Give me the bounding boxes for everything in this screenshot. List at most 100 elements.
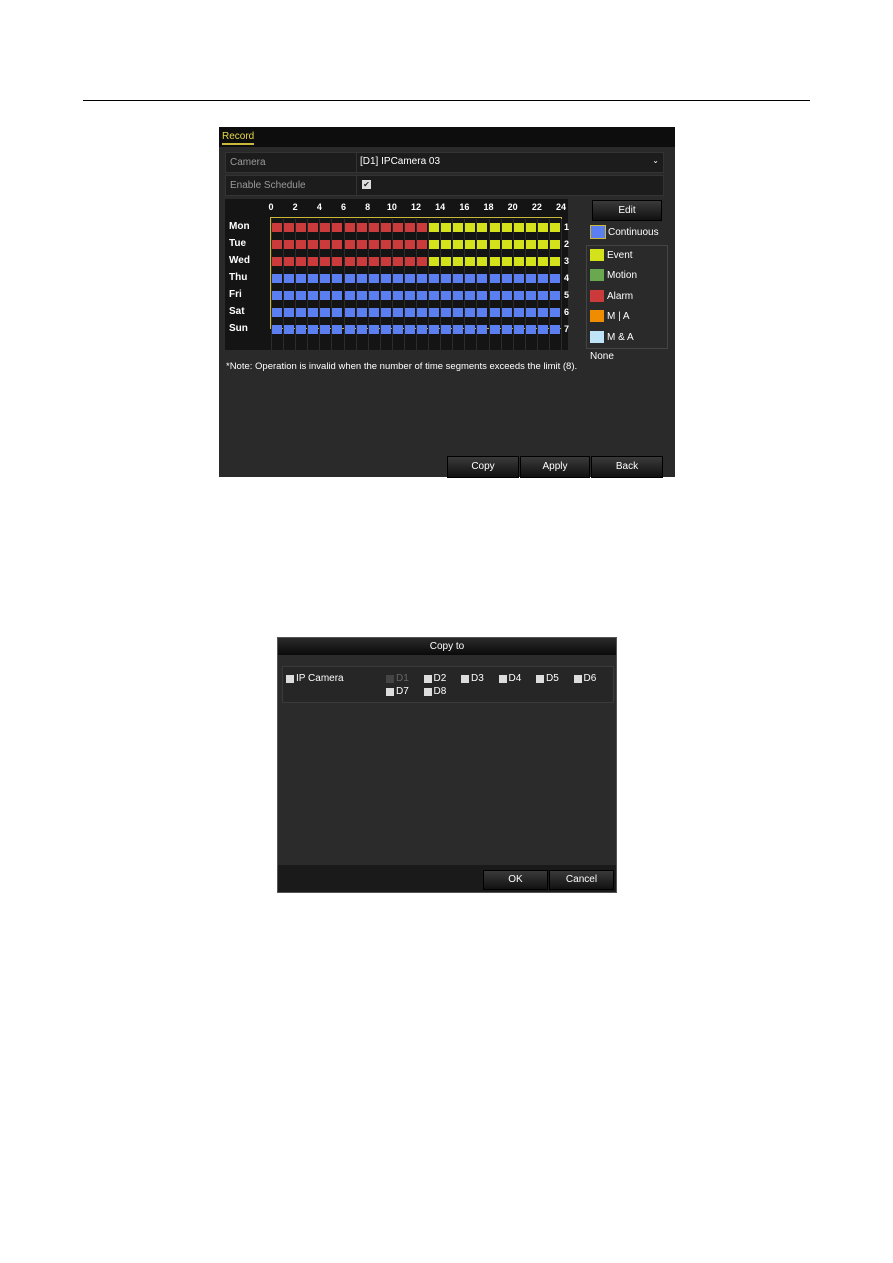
schedule-cell-continuous[interactable] [501,325,512,334]
schedule-cell-continuous[interactable] [332,274,343,283]
schedule-cell-continuous[interactable] [320,308,331,317]
schedule-cell-continuous[interactable] [380,274,391,283]
schedule-cell-continuous[interactable] [477,308,488,317]
schedule-cell-alarm[interactable] [272,257,283,266]
schedule-cell-event[interactable] [537,240,548,249]
legend-continuous[interactable]: Continuous [590,225,659,239]
schedule-cell-continuous[interactable] [284,325,295,334]
schedule-cell-event[interactable] [549,240,560,249]
schedule-cell-event[interactable] [441,257,452,266]
schedule-cell-continuous[interactable] [284,308,295,317]
schedule-cell-continuous[interactable] [513,291,524,300]
schedule-cell-event[interactable] [465,257,476,266]
schedule-cell-alarm[interactable] [272,240,283,249]
schedule-cell-continuous[interactable] [356,325,367,334]
schedule-cell-alarm[interactable] [404,223,415,232]
schedule-cell-continuous[interactable] [453,274,464,283]
schedule-cell-continuous[interactable] [296,274,307,283]
schedule-cell-continuous[interactable] [441,274,452,283]
schedule-cell-alarm[interactable] [344,257,355,266]
schedule-cell-continuous[interactable] [465,325,476,334]
schedule-cell-alarm[interactable] [320,240,331,249]
schedule-cell-alarm[interactable] [417,240,428,249]
schedule-cell-continuous[interactable] [392,325,403,334]
schedule-cell-continuous[interactable] [344,291,355,300]
schedule-cell-alarm[interactable] [284,223,295,232]
schedule-cell-event[interactable] [525,240,536,249]
schedule-cell-alarm[interactable] [380,223,391,232]
schedule-cell-continuous[interactable] [272,325,283,334]
schedule-cell-continuous[interactable] [525,308,536,317]
apply-button[interactable]: Apply [520,456,590,478]
schedule-cell-continuous[interactable] [356,274,367,283]
schedule-cell-alarm[interactable] [332,240,343,249]
schedule-cell-alarm[interactable] [344,223,355,232]
schedule-cell-continuous[interactable] [537,291,548,300]
schedule-cell-continuous[interactable] [429,291,440,300]
schedule-cell-continuous[interactable] [477,274,488,283]
schedule-cell-continuous[interactable] [501,308,512,317]
schedule-cell-event[interactable] [429,223,440,232]
schedule-cell-event[interactable] [429,240,440,249]
schedule-cell-event[interactable] [489,257,500,266]
schedule-cell-continuous[interactable] [513,325,524,334]
tab-record[interactable]: Record [222,131,255,145]
schedule-cell-alarm[interactable] [320,257,331,266]
schedule-cell-event[interactable] [501,240,512,249]
camera-checkbox-d6[interactable]: D6 [573,673,596,684]
schedule-cell-continuous[interactable] [489,274,500,283]
schedule-grid[interactable]: 0 2 4 6 8 10 12 14 16 18 20 22 24 Mon 1 Tue 2 Wed 3 Thu 4 Fri… [225,199,569,350]
schedule-cell-continuous[interactable] [501,274,512,283]
legend-none[interactable]: None [590,351,614,362]
schedule-cell-continuous[interactable] [417,274,428,283]
enable-schedule-checkbox[interactable]: ✔ [362,180,371,189]
schedule-cell-event[interactable] [429,257,440,266]
schedule-cell-alarm[interactable] [308,257,319,266]
schedule-cell-continuous[interactable] [296,291,307,300]
schedule-cell-continuous[interactable] [417,291,428,300]
schedule-cell-continuous[interactable] [525,274,536,283]
schedule-cell-continuous[interactable] [368,308,379,317]
schedule-cell-continuous[interactable] [272,308,283,317]
schedule-cell-continuous[interactable] [513,308,524,317]
schedule-cell-continuous[interactable] [272,274,283,283]
schedule-cell-continuous[interactable] [477,325,488,334]
schedule-cell-alarm[interactable] [284,240,295,249]
legend-alarm[interactable]: Alarm [590,290,633,302]
schedule-cell-continuous[interactable] [441,291,452,300]
schedule-cell-alarm[interactable] [380,240,391,249]
schedule-cell-event[interactable] [549,223,560,232]
schedule-cell-alarm[interactable] [308,223,319,232]
schedule-cell-event[interactable] [441,240,452,249]
schedule-cell-continuous[interactable] [537,325,548,334]
camera-checkbox-d8[interactable]: D8 [423,686,446,697]
edit-button[interactable]: Edit [592,200,662,221]
schedule-cell-continuous[interactable] [332,308,343,317]
schedule-cell-continuous[interactable] [453,291,464,300]
legend-event[interactable]: Event [590,249,633,261]
schedule-cell-continuous[interactable] [525,325,536,334]
schedule-cell-continuous[interactable] [344,325,355,334]
schedule-cell-alarm[interactable] [296,240,307,249]
schedule-cell-continuous[interactable] [404,308,415,317]
schedule-cell-event[interactable] [477,223,488,232]
schedule-cell-event[interactable] [477,257,488,266]
schedule-cell-continuous[interactable] [308,308,319,317]
schedule-cell-continuous[interactable] [332,325,343,334]
schedule-cell-continuous[interactable] [368,325,379,334]
schedule-cell-event[interactable] [537,257,548,266]
schedule-cell-continuous[interactable] [404,274,415,283]
schedule-cell-alarm[interactable] [417,223,428,232]
schedule-cell-continuous[interactable] [356,308,367,317]
schedule-cell-continuous[interactable] [453,325,464,334]
schedule-cell-event[interactable] [441,223,452,232]
schedule-cell-continuous[interactable] [392,291,403,300]
schedule-cell-continuous[interactable] [465,274,476,283]
schedule-cell-alarm[interactable] [368,223,379,232]
schedule-cell-continuous[interactable] [489,308,500,317]
schedule-cell-event[interactable] [525,257,536,266]
schedule-cell-alarm[interactable] [320,223,331,232]
schedule-cell-alarm[interactable] [356,240,367,249]
schedule-cell-continuous[interactable] [380,291,391,300]
schedule-cell-alarm[interactable] [368,257,379,266]
